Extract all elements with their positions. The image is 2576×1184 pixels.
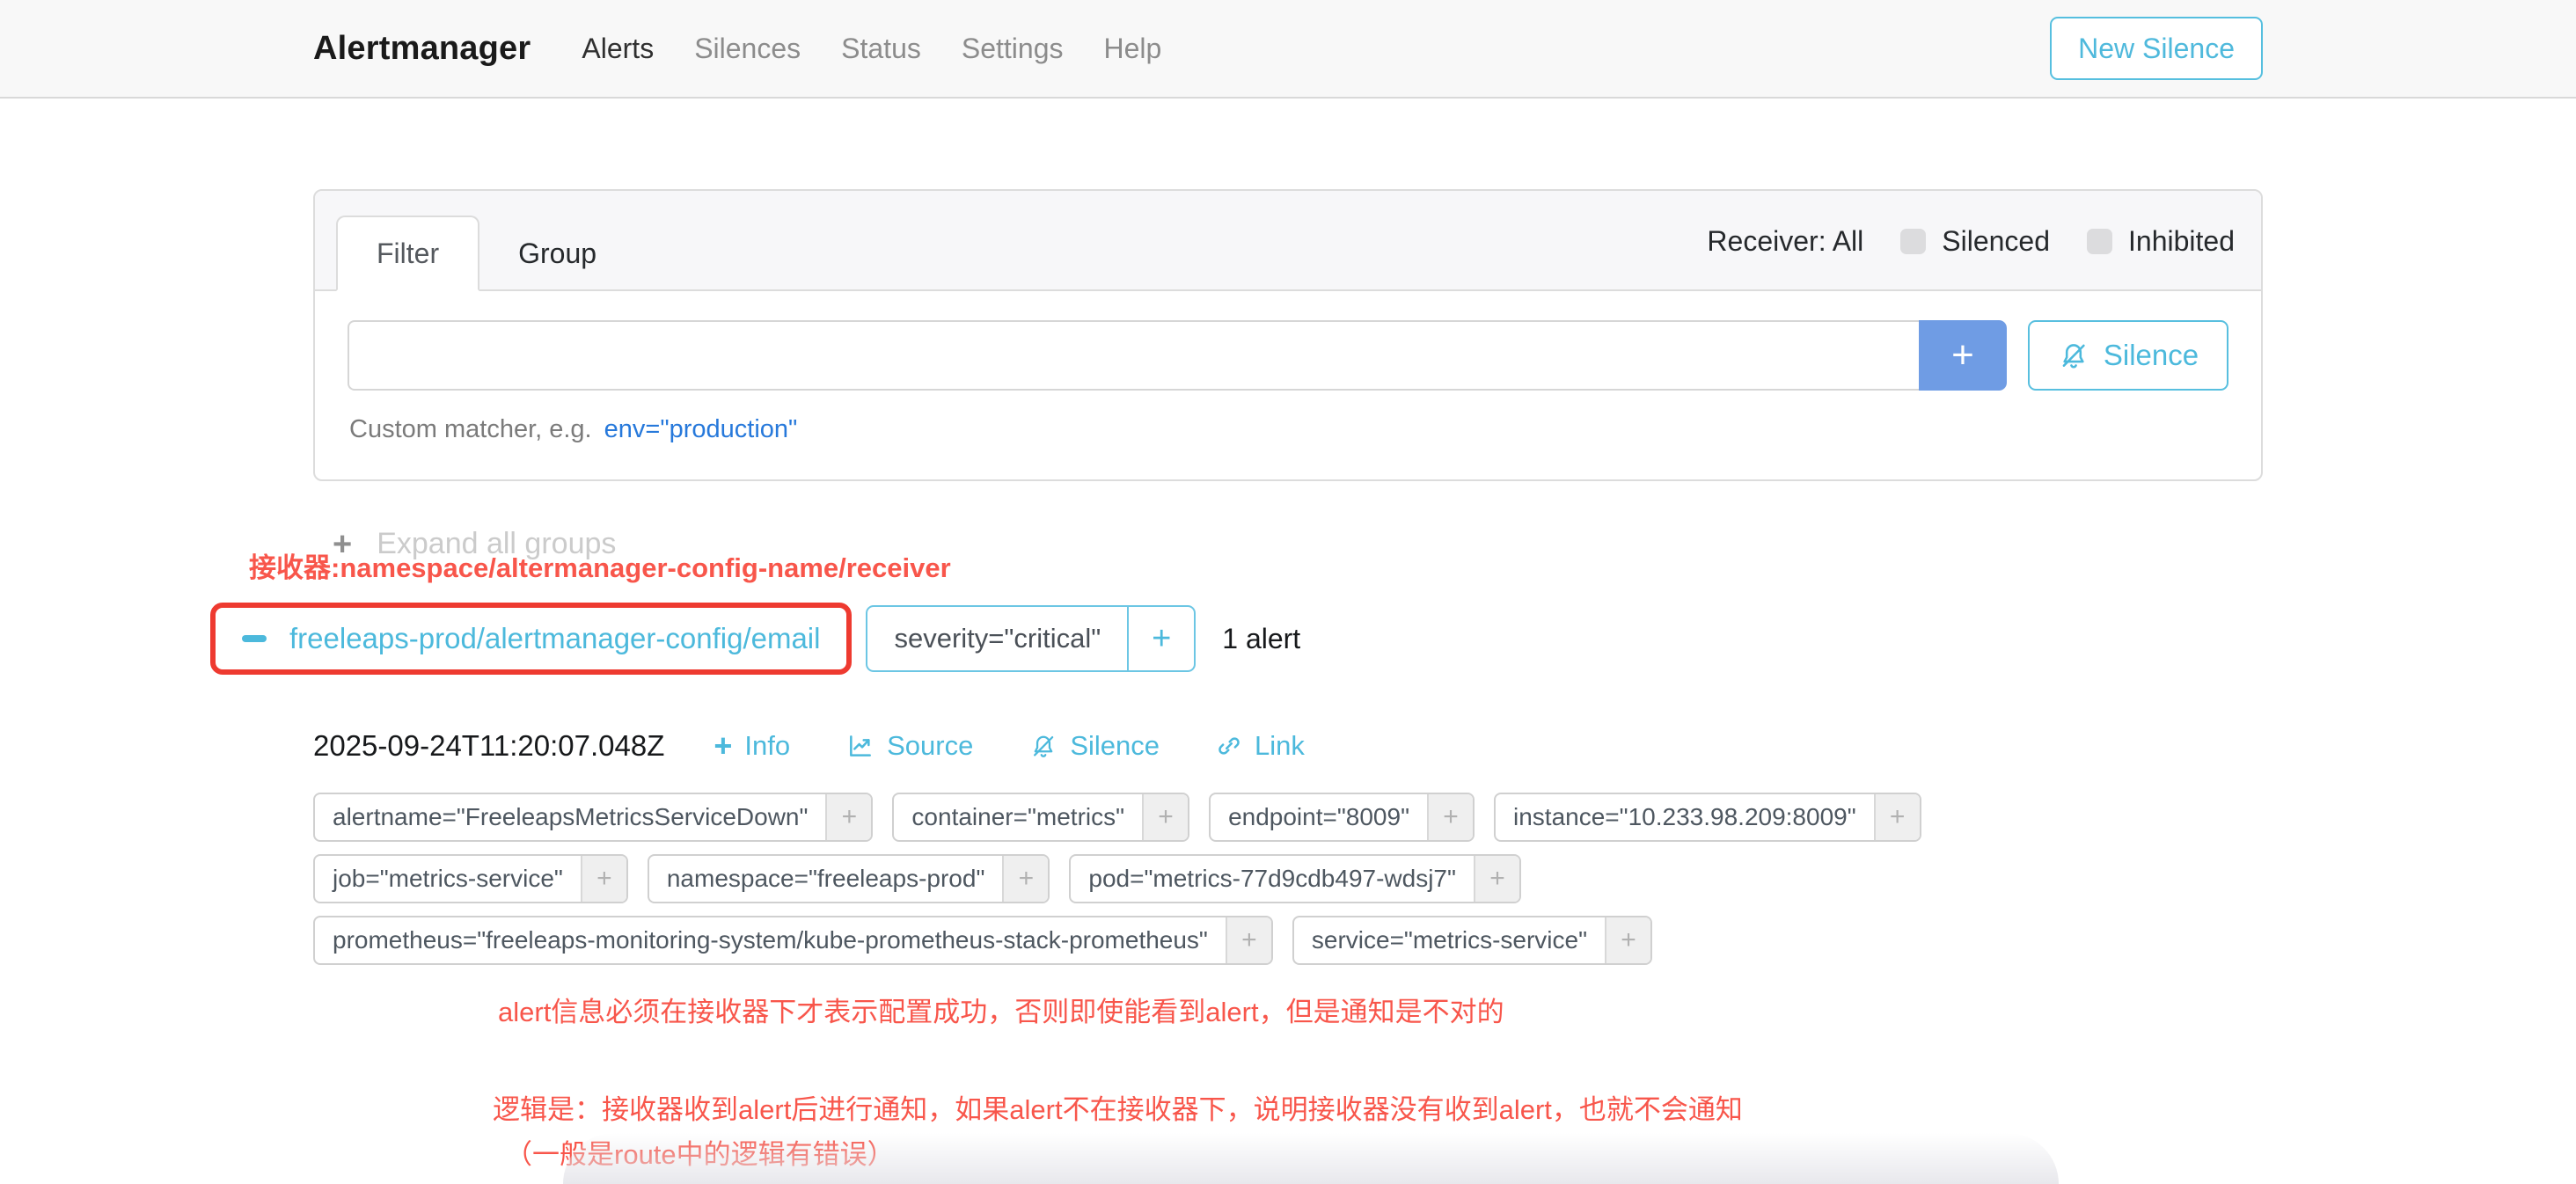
label-tag: job="metrics-service" + [313,854,628,903]
label-add-filter-button[interactable]: + [1874,794,1920,840]
filter-card-header: Filter Group Receiver: All Silenced Inhi… [315,191,2261,291]
alert-groups-section: + Expand all groups 接收器:namespace/alterm… [313,527,2263,1177]
plus-icon: + [714,730,732,762]
nav-silences[interactable]: Silences [694,33,801,65]
group-receiver-name: freeleaps-prod/alertmanager-config/email [289,622,820,655]
nav-settings[interactable]: Settings [962,33,1064,65]
label-text: prometheus="freeleaps-monitoring-system/… [315,917,1226,963]
filter-card: Filter Group Receiver: All Silenced Inhi… [313,189,2263,481]
link-label: Link [1255,730,1305,762]
matcher-example-link[interactable]: env="production" [604,415,798,443]
annotation-logic-note: 逻辑是：接收器收到alert后进行通知，如果alert不在接收器下，说明接收器没… [493,1087,2263,1177]
receiver-filter-label[interactable]: Receiver: All [1707,225,1863,258]
red-highlight-box: freeleaps-prod/alertmanager-config/email [210,603,852,675]
info-label: Info [744,730,790,762]
source-label: Source [887,730,973,762]
alert-timestamp: 2025-09-24T11:20:07.048Z [313,729,664,763]
tab-filter[interactable]: Filter [336,216,479,291]
group-matcher-add-button[interactable]: + [1127,607,1194,670]
label-add-filter-button[interactable]: + [1474,856,1519,902]
label-text: endpoint="8009" [1211,794,1427,840]
label-tag: alertname="FreeleapsMetricsServiceDown" … [313,793,873,842]
inhibited-label: Inhibited [2128,225,2235,258]
bell-slash-icon [1029,732,1057,760]
label-add-filter-button[interactable]: + [1427,794,1473,840]
add-matcher-button[interactable]: + [1919,320,2007,391]
alert-actions: + Info Source [714,730,1305,762]
label-add-filter-button[interactable]: + [581,856,626,902]
label-text: container="metrics" [894,794,1142,840]
silence-filter-label: Silence [2104,339,2199,372]
label-add-filter-button[interactable]: + [825,794,871,840]
nav-status[interactable]: Status [841,33,921,65]
silenced-checkbox-group[interactable]: Silenced [1900,225,2050,258]
silenced-checkbox[interactable] [1900,229,1926,254]
tab-group[interactable]: Group [479,216,635,291]
silence-filter-button[interactable]: Silence [2028,320,2228,391]
group-matcher-chip: severity="critical" + [866,605,1196,672]
filter-tabs: Filter Group [336,216,635,291]
top-nav-bar: Alertmanager Alerts Silences Status Sett… [0,0,2576,99]
app-title: Alertmanager [313,30,531,68]
alert-count: 1 alert [1222,623,1300,655]
label-tag: pod="metrics-77d9cdb497-wdsj7" + [1069,854,1521,903]
link-button[interactable]: Link [1216,730,1305,762]
label-tag: prometheus="freeleaps-monitoring-system/… [313,916,1273,965]
alert-meta-row: 2025-09-24T11:20:07.048Z + Info [313,729,2263,763]
label-add-filter-button[interactable]: + [1226,917,1271,963]
nav-help[interactable]: Help [1103,33,1161,65]
label-text: service="metrics-service" [1294,917,1605,963]
annotation-logic-line1: 逻辑是：接收器收到alert后进行通知，如果alert不在接收器下，说明接收器没… [493,1087,2263,1132]
matcher-input[interactable] [348,320,1919,391]
minus-icon [242,635,267,642]
new-silence-button[interactable]: New Silence [2050,17,2263,80]
chart-line-icon [846,732,875,760]
label-add-filter-button[interactable]: + [1142,794,1188,840]
inhibited-checkbox[interactable] [2087,229,2112,254]
label-text: pod="metrics-77d9cdb497-wdsj7" [1071,856,1474,902]
label-tag: service="metrics-service" + [1292,916,1652,965]
group-collapse-toggle[interactable]: freeleaps-prod/alertmanager-config/email [242,622,820,655]
source-button[interactable]: Source [846,730,973,762]
info-button[interactable]: + Info [714,730,790,762]
label-text: job="metrics-service" [315,856,581,902]
filter-card-body: + Silence Custom mat [315,291,2261,479]
label-add-filter-button[interactable]: + [1002,856,1048,902]
receiver-annotation-text: 接收器:namespace/altermanager-config-name/r… [249,545,2263,585]
label-text: namespace="freeleaps-prod" [649,856,1003,902]
annotation-logic-line2: （一般是route中的逻辑有错误） [493,1132,2263,1177]
main-nav: Alerts Silences Status Settings Help [582,33,1161,65]
inhibited-checkbox-group[interactable]: Inhibited [2087,225,2235,258]
silence-label: Silence [1070,730,1160,762]
receiver-controls: Receiver: All Silenced Inhibited [1707,191,2235,291]
label-tag: instance="10.233.98.209:8009" + [1494,793,1921,842]
alertmanager-page: Alertmanager Alerts Silences Status Sett… [0,0,2576,1184]
bell-slash-icon [2058,340,2089,371]
label-tag: container="metrics" + [892,793,1189,842]
silence-alert-button[interactable]: Silence [1029,730,1160,762]
nav-alerts[interactable]: Alerts [582,33,654,65]
annotation-config-note: alert信息必须在接收器下才表示配置成功，否则即使能看到alert，但是通知是… [498,990,2263,1029]
label-tag: namespace="freeleaps-prod" + [648,854,1050,903]
label-text: instance="10.233.98.209:8009" [1496,794,1874,840]
group-matcher-label: severity="critical" [867,607,1127,670]
silenced-label: Silenced [1942,225,2050,258]
label-text: alertname="FreeleapsMetricsServiceDown" [315,794,825,840]
alert-labels: alertname="FreeleapsMetricsServiceDown" … [313,793,2263,965]
hint-text: Custom matcher, e.g. [349,415,592,443]
label-tag: endpoint="8009" + [1209,793,1475,842]
link-icon [1216,733,1242,759]
alert-group-row: freeleaps-prod/alertmanager-config/email… [210,603,2263,675]
label-add-filter-button[interactable]: + [1605,917,1650,963]
custom-matcher-hint: Custom matcher, e.g. env="production" [349,415,2228,444]
